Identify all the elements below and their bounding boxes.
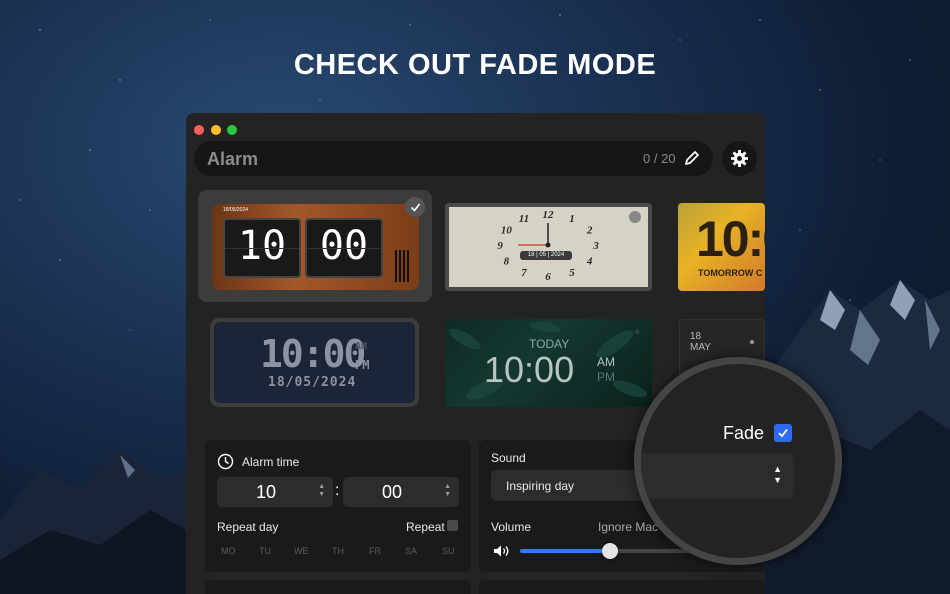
fade-magnifier: Fade ▲ ▼ [634, 357, 842, 565]
theme-analog-clock[interactable]: 12 1 2 3 4 5 6 7 8 9 10 11 18 | 05 | 2024 [445, 203, 652, 291]
theme-gradient-clock[interactable]: 10:0 TOMORROW C [678, 203, 765, 291]
analog-numeral: 5 [569, 267, 575, 279]
gear-icon [730, 149, 749, 168]
analog-date-pill: 18 | 05 | 2024 [520, 251, 572, 260]
day-tu[interactable]: TU [259, 546, 271, 556]
lower-left-panel [205, 580, 471, 594]
analog-numeral: 9 [497, 240, 503, 252]
speaker-icon [494, 545, 509, 557]
repeat-checkbox[interactable] [447, 520, 458, 531]
hour-value: 10 [255, 482, 277, 502]
time-separator: : [335, 482, 340, 499]
leaf-pm: PM [597, 370, 615, 384]
flip-minute: 00 [319, 223, 369, 269]
digital-time: 10:00 [260, 332, 366, 376]
analog-numeral: 3 [592, 240, 599, 252]
speaker-grille [395, 250, 409, 282]
stepper-arrows-icon[interactable]: ▲ ▼ [318, 483, 325, 499]
leaf-settings-icon[interactable]: ○ [635, 329, 639, 336]
alarm-time-label: Alarm time [242, 455, 300, 469]
flip-hour-card: 10 [223, 218, 301, 278]
analog-numeral: 10 [501, 225, 512, 237]
alarm-time-panel: Alarm time 10 ▲ ▼ : 00 ▲ ▼ Repeat day Repe… [205, 440, 471, 572]
analog-numeral: 11 [519, 213, 529, 225]
fade-checkbox[interactable] [774, 424, 792, 442]
day-we[interactable]: WE [294, 546, 309, 556]
flip-date: 18/05/2024 [223, 207, 249, 213]
repeat-label: Repeat [406, 520, 445, 534]
checkmark-icon [410, 203, 420, 212]
analog-numeral: 2 [586, 225, 593, 237]
minute-value: 00 [381, 482, 403, 502]
flip-hour: 10 [237, 223, 287, 269]
analog-numeral: 1 [569, 213, 575, 225]
sound-label: Sound [491, 451, 526, 465]
digital-pm: PM [355, 358, 370, 372]
stepper-arrows-icon[interactable]: ▲ ▼ [444, 483, 451, 499]
gradient-subtitle: TOMORROW C [698, 268, 763, 278]
analog-numeral: 4 [586, 256, 593, 268]
theme-flip-clock[interactable]: 18/05/2024 10 00 [212, 204, 419, 290]
selected-check-badge [405, 197, 425, 217]
digital-am: AM [355, 341, 368, 352]
close-button[interactable] [194, 125, 204, 135]
pencil-icon[interactable] [683, 149, 701, 167]
select-arrows-icon: ▲ ▼ [773, 464, 782, 485]
leaf-time: 10:00 [484, 349, 575, 390]
theme-leaf-clock[interactable]: TODAY 10:00 AM PM ○ [445, 319, 652, 407]
fade-label: Fade [723, 423, 765, 443]
volume-slider[interactable] [520, 543, 700, 559]
calendar-month: MAY [690, 342, 711, 353]
day-sa[interactable]: SA [405, 546, 417, 556]
zoom-button[interactable] [227, 125, 237, 135]
title-bar: Alarm 0 / 20 [194, 141, 713, 176]
app-title: Alarm [207, 149, 259, 169]
minute-stepper[interactable]: 00 ▲ ▼ [343, 477, 459, 507]
settings-button[interactable] [722, 141, 757, 176]
ignore-mac-label: Ignore Mac [598, 520, 659, 534]
digital-date: 18/05/2024 [268, 375, 357, 390]
sound-selected-value: Inspiring day [506, 479, 575, 493]
calendar-day: 18 [690, 331, 702, 342]
day-mo[interactable]: MO [221, 546, 236, 556]
day-th[interactable]: TH [332, 546, 344, 556]
gradient-time: 10:0 [696, 211, 765, 267]
analog-center [545, 242, 551, 248]
volume-slider-knob[interactable] [602, 543, 618, 559]
leaf-am: AM [597, 355, 615, 369]
minimize-button[interactable] [211, 125, 221, 135]
analog-numeral: 6 [545, 271, 551, 283]
day-fr[interactable]: FR [369, 546, 381, 556]
analog-numeral: 12 [543, 209, 555, 221]
headline: CHECK OUT FADE MODE [293, 49, 657, 81]
day-su[interactable]: SU [442, 546, 455, 556]
sound-select-zoomed[interactable]: ▲ ▼ [641, 453, 794, 499]
alarm-count: 0 / 20 [643, 151, 676, 166]
theme-digital-clock[interactable]: 10:00 AM PM 18/05/2024 [210, 318, 419, 407]
play-icon[interactable] [629, 211, 641, 223]
checkmark-icon [778, 428, 788, 438]
hour-stepper[interactable]: 10 ▲ ▼ [217, 477, 333, 507]
analog-numeral: 7 [521, 267, 527, 279]
lower-right-panel [479, 580, 765, 594]
analog-numeral: 8 [504, 256, 510, 268]
clock-icon [217, 453, 234, 470]
flip-minute-card: 00 [305, 218, 383, 278]
repeat-day-label: Repeat day [217, 520, 279, 534]
volume-label: Volume [491, 520, 532, 534]
volume-slider-fill [520, 549, 610, 553]
